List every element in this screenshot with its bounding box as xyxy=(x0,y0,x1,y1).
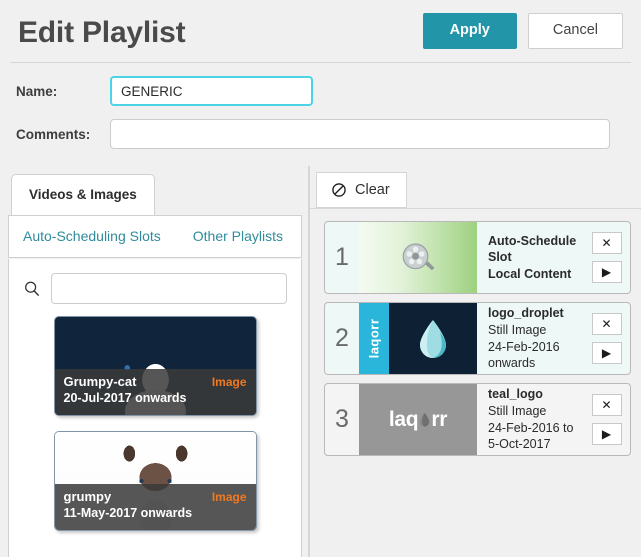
row-title: logo_droplet xyxy=(488,306,564,321)
media-card-overlay: grumpy Image 11-May-2017 onwards xyxy=(54,484,256,530)
search-row xyxy=(23,273,287,304)
play-row-button[interactable]: ▶ xyxy=(591,423,622,445)
brand-wordmark: laq rr xyxy=(389,408,447,432)
row-info: logo_droplet Still Image 24-Feb-2016 onw… xyxy=(477,303,588,374)
page-title: Edit Playlist xyxy=(18,16,186,49)
row-index: 3 xyxy=(335,405,349,433)
comments-input[interactable] xyxy=(110,119,610,149)
playlist-toolbar: Clear xyxy=(316,172,635,208)
row-meta-1: Local Content xyxy=(488,266,572,281)
library-pane: Videos & Images Auto-Scheduling Slots Ot… xyxy=(0,166,306,557)
media-card-date: 11-May-2017 onwards xyxy=(63,506,193,520)
row-meta-2: 24-Feb-2016 onwards xyxy=(488,339,560,371)
media-card-type: Image xyxy=(211,490,247,504)
main-panes: Videos & Images Auto-Scheduling Slots Ot… xyxy=(0,166,641,557)
cancel-button[interactable]: Cancel xyxy=(527,13,623,49)
brand-band: laqorr xyxy=(359,303,389,374)
row-info: teal_logo Still Image 24-Feb-2016 to 5-O… xyxy=(477,384,588,455)
ban-icon xyxy=(332,183,346,197)
tab-videos-and-images[interactable]: Videos & Images xyxy=(11,174,155,215)
media-library-panel: Grumpy-cat Image 20-Jul-2017 onwards gru… xyxy=(8,259,302,557)
name-label: Name: xyxy=(16,83,58,99)
subtab-other-playlists[interactable]: Other Playlists xyxy=(193,228,283,244)
row-title: Auto-Schedule Slot xyxy=(488,233,577,265)
apply-button[interactable]: Apply xyxy=(422,13,517,49)
row-meta-1: Still Image xyxy=(488,403,547,418)
droplet-icon xyxy=(420,319,446,358)
teal-logo-thumbnail: laq rr xyxy=(359,384,477,455)
playlist-pane: Clear 1 Auto-Schedule Slot Local Content… xyxy=(310,166,641,557)
clear-button-label: Clear xyxy=(355,182,390,198)
toolbar-divider xyxy=(310,208,641,209)
media-card-name: Grumpy-cat xyxy=(63,374,137,389)
brand-prefix: laq xyxy=(388,407,419,431)
comments-label: Comments: xyxy=(16,126,91,142)
library-subtabs: Auto-Scheduling Slots Other Playlists xyxy=(8,215,302,258)
media-card-overlay: Grumpy-cat Image 20-Jul-2017 onwards xyxy=(54,369,256,415)
name-row: Name: xyxy=(16,76,625,106)
row-info: Auto-Schedule Slot Local Content xyxy=(477,222,588,293)
page-header: Edit Playlist Apply Cancel xyxy=(0,0,641,62)
table-row[interactable]: 1 Auto-Schedule Slot Local Content ✕ ▶ xyxy=(324,221,631,294)
search-input[interactable] xyxy=(51,273,287,304)
brand-suffix: rr xyxy=(431,407,448,431)
row-index: 2 xyxy=(335,324,349,352)
media-card-name: grumpy xyxy=(63,489,112,504)
playlist-form: Name: Comments: xyxy=(0,63,641,172)
clear-button[interactable]: Clear xyxy=(316,172,407,208)
table-row[interactable]: 3 laq rr teal_logo Still Image 24-Feb-20… xyxy=(324,383,631,456)
remove-row-button[interactable]: ✕ xyxy=(591,313,622,335)
list-item[interactable]: grumpy Image 11-May-2017 onwards xyxy=(53,431,257,531)
row-actions: ✕ ▶ xyxy=(588,222,630,293)
droplet-icon xyxy=(420,412,430,427)
row-meta-2: 24-Feb-2016 to 5-Oct-2017 xyxy=(488,420,574,452)
table-row[interactable]: 2 laqorr logo_droplet Still Image 24-Feb… xyxy=(324,302,631,375)
subtab-auto-scheduling-slots[interactable]: Auto-Scheduling Slots xyxy=(23,228,161,244)
droplet-area xyxy=(389,303,477,374)
play-row-button[interactable]: ▶ xyxy=(591,261,622,283)
play-row-button[interactable]: ▶ xyxy=(591,342,622,364)
row-actions: ✕ ▶ xyxy=(588,303,630,374)
remove-row-button[interactable]: ✕ xyxy=(591,232,622,254)
list-item[interactable]: Grumpy-cat Image 20-Jul-2017 onwards xyxy=(53,316,257,416)
remove-row-button[interactable]: ✕ xyxy=(591,394,622,416)
brand-text: laqorr xyxy=(366,318,382,359)
edit-playlist-page: Edit Playlist Apply Cancel Name: Comment… xyxy=(0,0,641,557)
auto-schedule-slot-thumbnail xyxy=(359,222,477,293)
media-card-type: Image xyxy=(211,375,247,389)
media-card-date: 20-Jul-2017 onwards xyxy=(63,391,187,405)
row-actions: ✕ ▶ xyxy=(588,384,630,455)
film-reel-icon xyxy=(402,242,435,270)
comments-row: Comments: xyxy=(16,119,625,149)
name-input[interactable] xyxy=(110,76,313,106)
row-index: 1 xyxy=(335,243,349,271)
playlist-items: 1 Auto-Schedule Slot Local Content ✕ ▶ 2… xyxy=(324,221,631,521)
header-actions: Apply Cancel xyxy=(422,13,623,49)
search-icon xyxy=(25,281,40,296)
row-title: teal_logo xyxy=(488,387,543,402)
library-tabstrip: Videos & Images xyxy=(8,172,302,216)
logo-droplet-thumbnail: laqorr xyxy=(359,303,477,374)
row-meta-1: Still Image xyxy=(488,322,547,337)
